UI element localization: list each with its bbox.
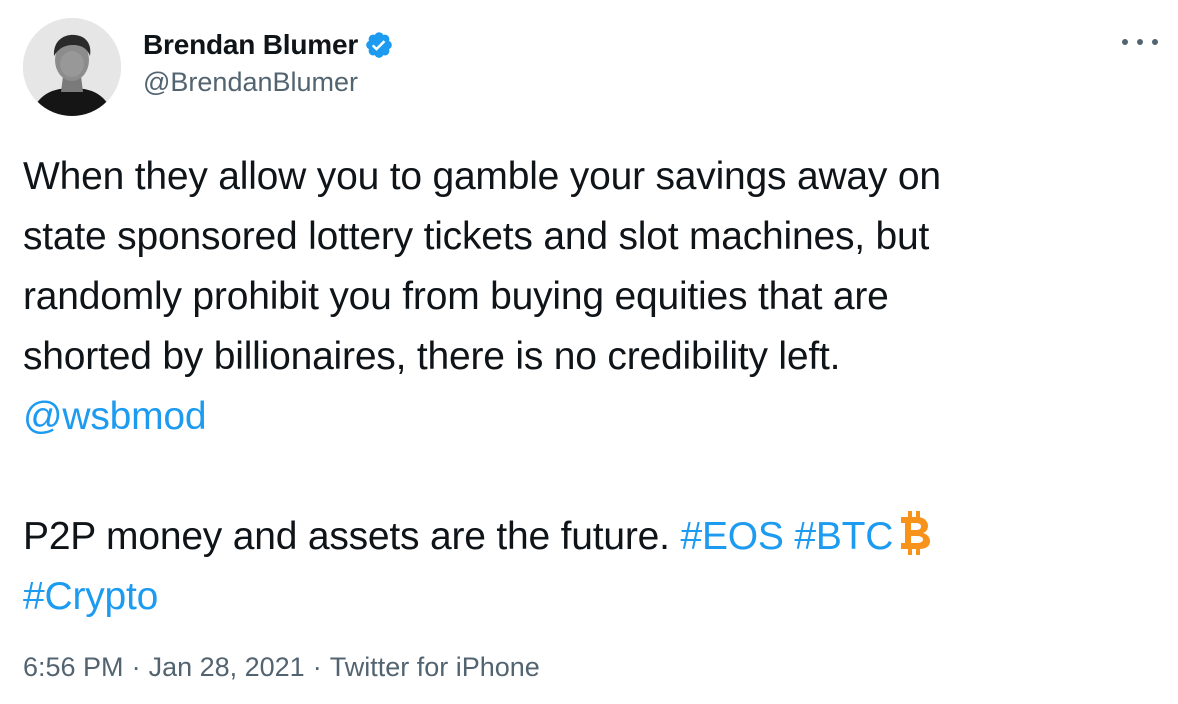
verified-badge-icon [364,30,394,60]
separator: · [312,652,322,682]
hashtag-link-btc[interactable]: #BTC [794,515,893,558]
tweet-text-line: When they allow you to gamble your savin… [23,155,941,198]
tweet-date: Jan 28, 2021 [148,652,305,682]
user-handle[interactable]: @BrendanBlumer [143,67,358,98]
tweet-text-line: shorted by billionaires, there is no cre… [23,335,841,378]
more-options-icon[interactable] [1122,30,1158,54]
tweet-card: Brendan Blumer @BrendanBlumer When they … [0,0,1178,704]
tweet-metadata: 6:56 PM · Jan 28, 2021 · Twitter for iPhone [23,652,540,683]
tweet-source-link[interactable]: Twitter for iPhone [330,652,540,682]
profile-photo-icon [23,18,121,116]
tweet-text-line: randomly prohibit you from buying equiti… [23,275,889,318]
hashtag-link-eos[interactable]: #EOS [680,515,783,558]
tweet-text: When they allow you to gamble your savin… [23,147,1153,627]
display-name[interactable]: Brendan Blumer [143,29,358,61]
tweet-time: 6:56 PM [23,652,124,682]
tweet-text-line: P2P money and assets are the future. [23,515,681,558]
tweet-text-line: state sponsored lottery tickets and slot… [23,215,930,258]
mention-link-wsbmod[interactable]: @wsbmod [23,395,207,438]
hashtag-link-crypto[interactable]: #Crypto [23,575,158,618]
separator: · [131,652,141,682]
bitcoin-icon [897,511,931,555]
author-name-row[interactable]: Brendan Blumer [143,27,394,63]
timestamp-link[interactable]: 6:56 PM · Jan 28, 2021 [23,652,305,682]
avatar[interactable] [23,18,121,116]
